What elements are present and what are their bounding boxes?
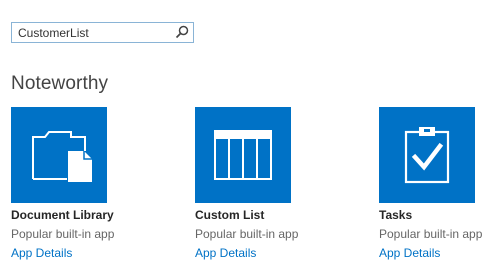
tile-description: Popular built-in app [195,227,299,241]
app-details-link[interactable]: App Details [11,246,72,260]
search-box[interactable] [11,22,194,43]
custom-list-tile-image[interactable] [195,107,291,203]
app-tile-tasks: Tasks Popular built-in app App Details [379,107,501,260]
tile-description: Popular built-in app [379,227,483,241]
tile-description: Popular built-in app [11,227,115,241]
document-library-tile-image[interactable] [11,107,107,203]
tile-name[interactable]: Document Library [11,208,114,222]
app-tile-document-library: Document Library Popular built-in app Ap… [11,107,161,260]
tasks-icon [404,127,450,184]
app-details-link[interactable]: App Details [195,246,256,260]
tile-name[interactable]: Custom List [195,208,264,222]
tile-name[interactable]: Tasks [379,208,412,222]
search-input[interactable] [12,23,172,42]
search-icon[interactable] [175,25,189,39]
custom-list-icon [214,130,272,180]
document-library-icon [32,131,92,182]
section-title: Noteworthy [11,73,109,94]
app-details-link[interactable]: App Details [379,246,440,260]
tasks-tile-image[interactable] [379,107,475,203]
app-tile-custom-list: Custom List Popular built-in app App Det… [195,107,345,260]
